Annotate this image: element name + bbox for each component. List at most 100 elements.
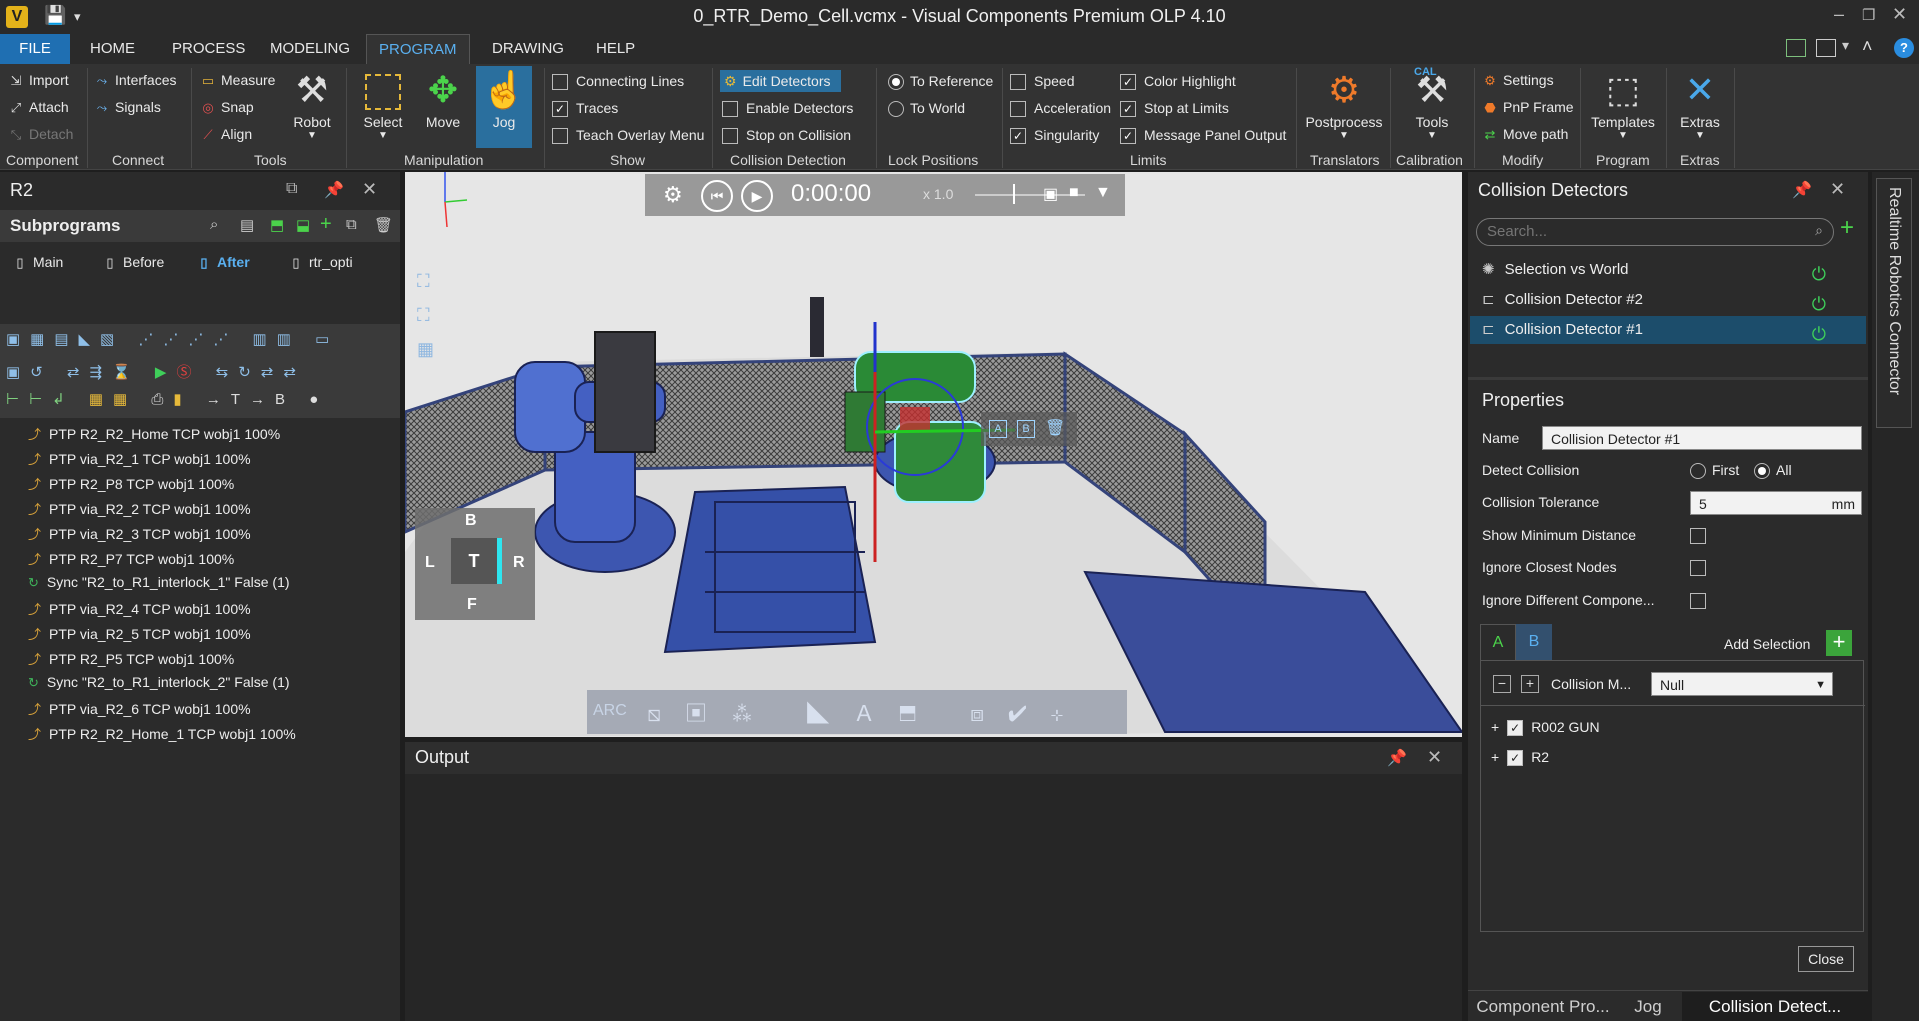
routine-before[interactable]: ▯ Before xyxy=(102,254,164,271)
power-icon[interactable]: ⏻ xyxy=(1812,260,1826,288)
edit-detectors-button[interactable]: ⚙ Edit Detectors xyxy=(720,70,841,92)
collision-tolerance-field[interactable]: 5 mm xyxy=(1690,491,1862,515)
routine-after[interactable]: ▯ After xyxy=(196,254,249,271)
simulation-speed[interactable]: x 1.0 xyxy=(923,186,953,202)
power-icon[interactable]: ⏻ xyxy=(1812,320,1826,348)
checkbox-checked-icon[interactable]: ✓ xyxy=(1507,720,1524,737)
expand-all-icon[interactable]: + xyxy=(1521,675,1539,693)
tab-modeling[interactable]: MODELING xyxy=(258,34,362,64)
statement-type-icons-row3[interactable]: ⊢⊢↲ ▦▦ ⎙▮ →T→B ● xyxy=(6,390,328,408)
search-icon[interactable]: ⌕ xyxy=(210,216,218,233)
settings-button[interactable]: ⚙ Settings xyxy=(1482,72,1553,89)
calibration-tools-button[interactable]: CAL ⚒ Tools ▼ xyxy=(1396,66,1468,141)
singularity-checkbox[interactable]: ✓ Singularity xyxy=(1010,124,1099,146)
panel-layout-icon[interactable] xyxy=(1816,39,1836,57)
tree-item-r2[interactable]: + ✓ R2 xyxy=(1491,749,1549,767)
import-routine-icon[interactable]: ⬒ xyxy=(270,216,284,234)
to-reference-radio[interactable]: To Reference xyxy=(888,70,993,92)
export-routine-icon[interactable]: ⬓ xyxy=(296,216,310,234)
postprocess-button[interactable]: ⚙ Postprocess ▼ xyxy=(1304,66,1384,141)
tab-b[interactable]: B xyxy=(1516,624,1552,660)
statement-row[interactable]: ⤴ PTP via_R2_2 TCP wobj1 100% xyxy=(28,499,251,518)
reset-icon[interactable]: ⏮ xyxy=(701,180,733,212)
statement-row[interactable]: ⤴ PTP R2_R2_Home TCP wobj1 100% xyxy=(28,424,280,443)
snap-button[interactable]: ◎ Snap xyxy=(200,99,253,116)
navigation-cube[interactable]: B L T R F xyxy=(415,508,535,620)
layout-icon[interactable] xyxy=(1786,39,1806,57)
statement-row[interactable]: ⤴ PTP R2_P5 TCP wobj1 100% xyxy=(28,649,234,668)
detector-1[interactable]: ⊏ Collision Detector #1 ⏻ xyxy=(1470,316,1866,344)
trash-icon[interactable]: 🗑 xyxy=(1045,418,1065,438)
snapshot-icon[interactable]: ▣ xyxy=(1043,184,1058,204)
detector-2[interactable]: ⊏ Collision Detector #2 ⏻ xyxy=(1470,286,1866,314)
record-video-icon[interactable]: ■ xyxy=(1069,184,1079,202)
attach-button[interactable]: ⤢ Attach xyxy=(8,99,69,116)
expand-icon[interactable]: + xyxy=(1491,719,1499,735)
statement-row[interactable]: ⤴ PTP via_R2_5 TCP wobj1 100% xyxy=(28,624,251,643)
add-detector-icon[interactable]: + xyxy=(1840,214,1854,242)
close-window-icon[interactable]: ✕ xyxy=(1892,4,1907,25)
file-menu[interactable]: FILE xyxy=(0,34,70,64)
checkbox-checked-icon[interactable]: ✓ xyxy=(1507,750,1524,767)
nav-right[interactable]: R xyxy=(513,554,525,572)
tab-help[interactable]: HELP xyxy=(584,34,647,64)
tab-program[interactable]: PROGRAM xyxy=(366,34,470,64)
ignore-different-components-checkbox[interactable] xyxy=(1690,592,1714,610)
arc-label[interactable]: ARC xyxy=(593,702,627,720)
properties-icon[interactable]: ▤ xyxy=(240,216,254,234)
realtime-robotics-connector-tab[interactable]: Realtime Robotics Connector xyxy=(1876,178,1912,428)
color-highlight-checkbox[interactable]: ✓ Color Highlight xyxy=(1120,70,1236,92)
detach-button[interactable]: ⤡ Detach xyxy=(8,126,74,143)
ignore-closest-nodes-checkbox[interactable] xyxy=(1690,559,1714,577)
statement-row[interactable]: ⤴ PTP R2_P7 TCP wobj1 100% xyxy=(28,549,234,568)
connecting-lines-checkbox[interactable]: Connecting Lines xyxy=(552,70,684,92)
collision-mode-select[interactable]: Null ▼ xyxy=(1651,672,1833,696)
nav-front[interactable]: F xyxy=(467,596,477,614)
statement-type-icons-row1[interactable]: ▣▦▤◣▧ ⋰⋰⋰⋰ ▥▥ ▭ xyxy=(6,330,339,348)
splitter[interactable] xyxy=(1468,377,1868,380)
tab-jog[interactable]: Jog xyxy=(1618,992,1678,1021)
gizmo-b-button[interactable]: B xyxy=(1017,420,1035,438)
signals-button[interactable]: ⤳ Signals xyxy=(94,99,161,116)
tab-process[interactable]: PROCESS xyxy=(160,34,257,64)
statement-row[interactable]: ⤴ PTP via_R2_6 TCP wobj1 100% xyxy=(28,699,251,718)
statement-row[interactable]: ⤴ PTP via_R2_3 TCP wobj1 100% xyxy=(28,524,251,543)
help-icon[interactable]: ? xyxy=(1894,38,1914,58)
minimize-icon[interactable]: – xyxy=(1834,4,1844,25)
move-path-button[interactable]: ⇄ Move path xyxy=(1482,126,1569,143)
message-panel-output-checkbox[interactable]: ✓ Message Panel Output xyxy=(1120,124,1286,146)
sim-settings-gear-icon[interactable]: ⚙ xyxy=(663,182,683,208)
detector-selection-vs-world[interactable]: ✺ Selection vs World ⏻ xyxy=(1470,256,1866,284)
float-panel-icon[interactable]: ⧉ xyxy=(286,180,297,198)
pin-icon[interactable]: 📌 xyxy=(1387,748,1407,768)
import-button[interactable]: ⇲ Import xyxy=(8,72,69,89)
stop-at-limits-checkbox[interactable]: ✓ Stop at Limits xyxy=(1120,97,1229,119)
3d-viewport[interactable]: ⚙ ⏮ ▶ 0:00:00 x 1.0 ▣ ■ ▼ A B 🗑 ⛶ ⛶ ▦ B L … xyxy=(405,172,1462,737)
tab-home[interactable]: HOME xyxy=(78,34,147,64)
close-panel-icon[interactable]: ✕ xyxy=(362,179,377,200)
statement-row[interactable]: ⤴ PTP via_R2_4 TCP wobj1 100% xyxy=(28,599,251,618)
nav-top[interactable]: T xyxy=(451,538,497,584)
tab-collision-detectors[interactable]: Collision Detect... xyxy=(1682,992,1868,1021)
select-button[interactable]: Select ▼ xyxy=(358,66,408,141)
gizmo-a-button[interactable]: A xyxy=(989,420,1007,438)
close-panel-icon[interactable]: ✕ xyxy=(1830,179,1845,200)
filter-icon[interactable]: ▼ xyxy=(1095,184,1111,202)
routine-rtr-opti[interactable]: ▯ rtr_opti xyxy=(288,254,352,271)
traces-checkbox[interactable]: ✓ Traces xyxy=(552,97,618,119)
add-selection-button[interactable]: + xyxy=(1826,630,1852,656)
layout-dropdown-icon[interactable]: ▾ xyxy=(1842,37,1849,54)
statement-row[interactable]: ↻ Sync "R2_to_R1_interlock_1" False (1) xyxy=(28,574,290,591)
statement-row[interactable]: ↻ Sync "R2_to_R1_interlock_2" False (1) xyxy=(28,674,290,691)
interfaces-button[interactable]: ⤳ Interfaces xyxy=(94,72,177,89)
name-field[interactable]: Collision Detector #1 xyxy=(1542,426,1862,450)
speed-slider-handle[interactable] xyxy=(1013,184,1015,204)
delete-routine-icon[interactable]: 🗑 xyxy=(374,216,393,234)
play-icon[interactable]: ▶ xyxy=(741,180,773,212)
pin-icon[interactable]: 📌 xyxy=(1792,180,1812,200)
align-button[interactable]: ⟋ Align xyxy=(200,126,252,143)
robot-r1[interactable] xyxy=(514,331,676,573)
view-toolbar[interactable]: ⛶ ⛶ ▦ xyxy=(417,264,434,366)
tree-item-r002-gun[interactable]: + ✓ R002 GUN xyxy=(1491,719,1600,737)
add-routine-icon[interactable]: + xyxy=(320,213,332,236)
